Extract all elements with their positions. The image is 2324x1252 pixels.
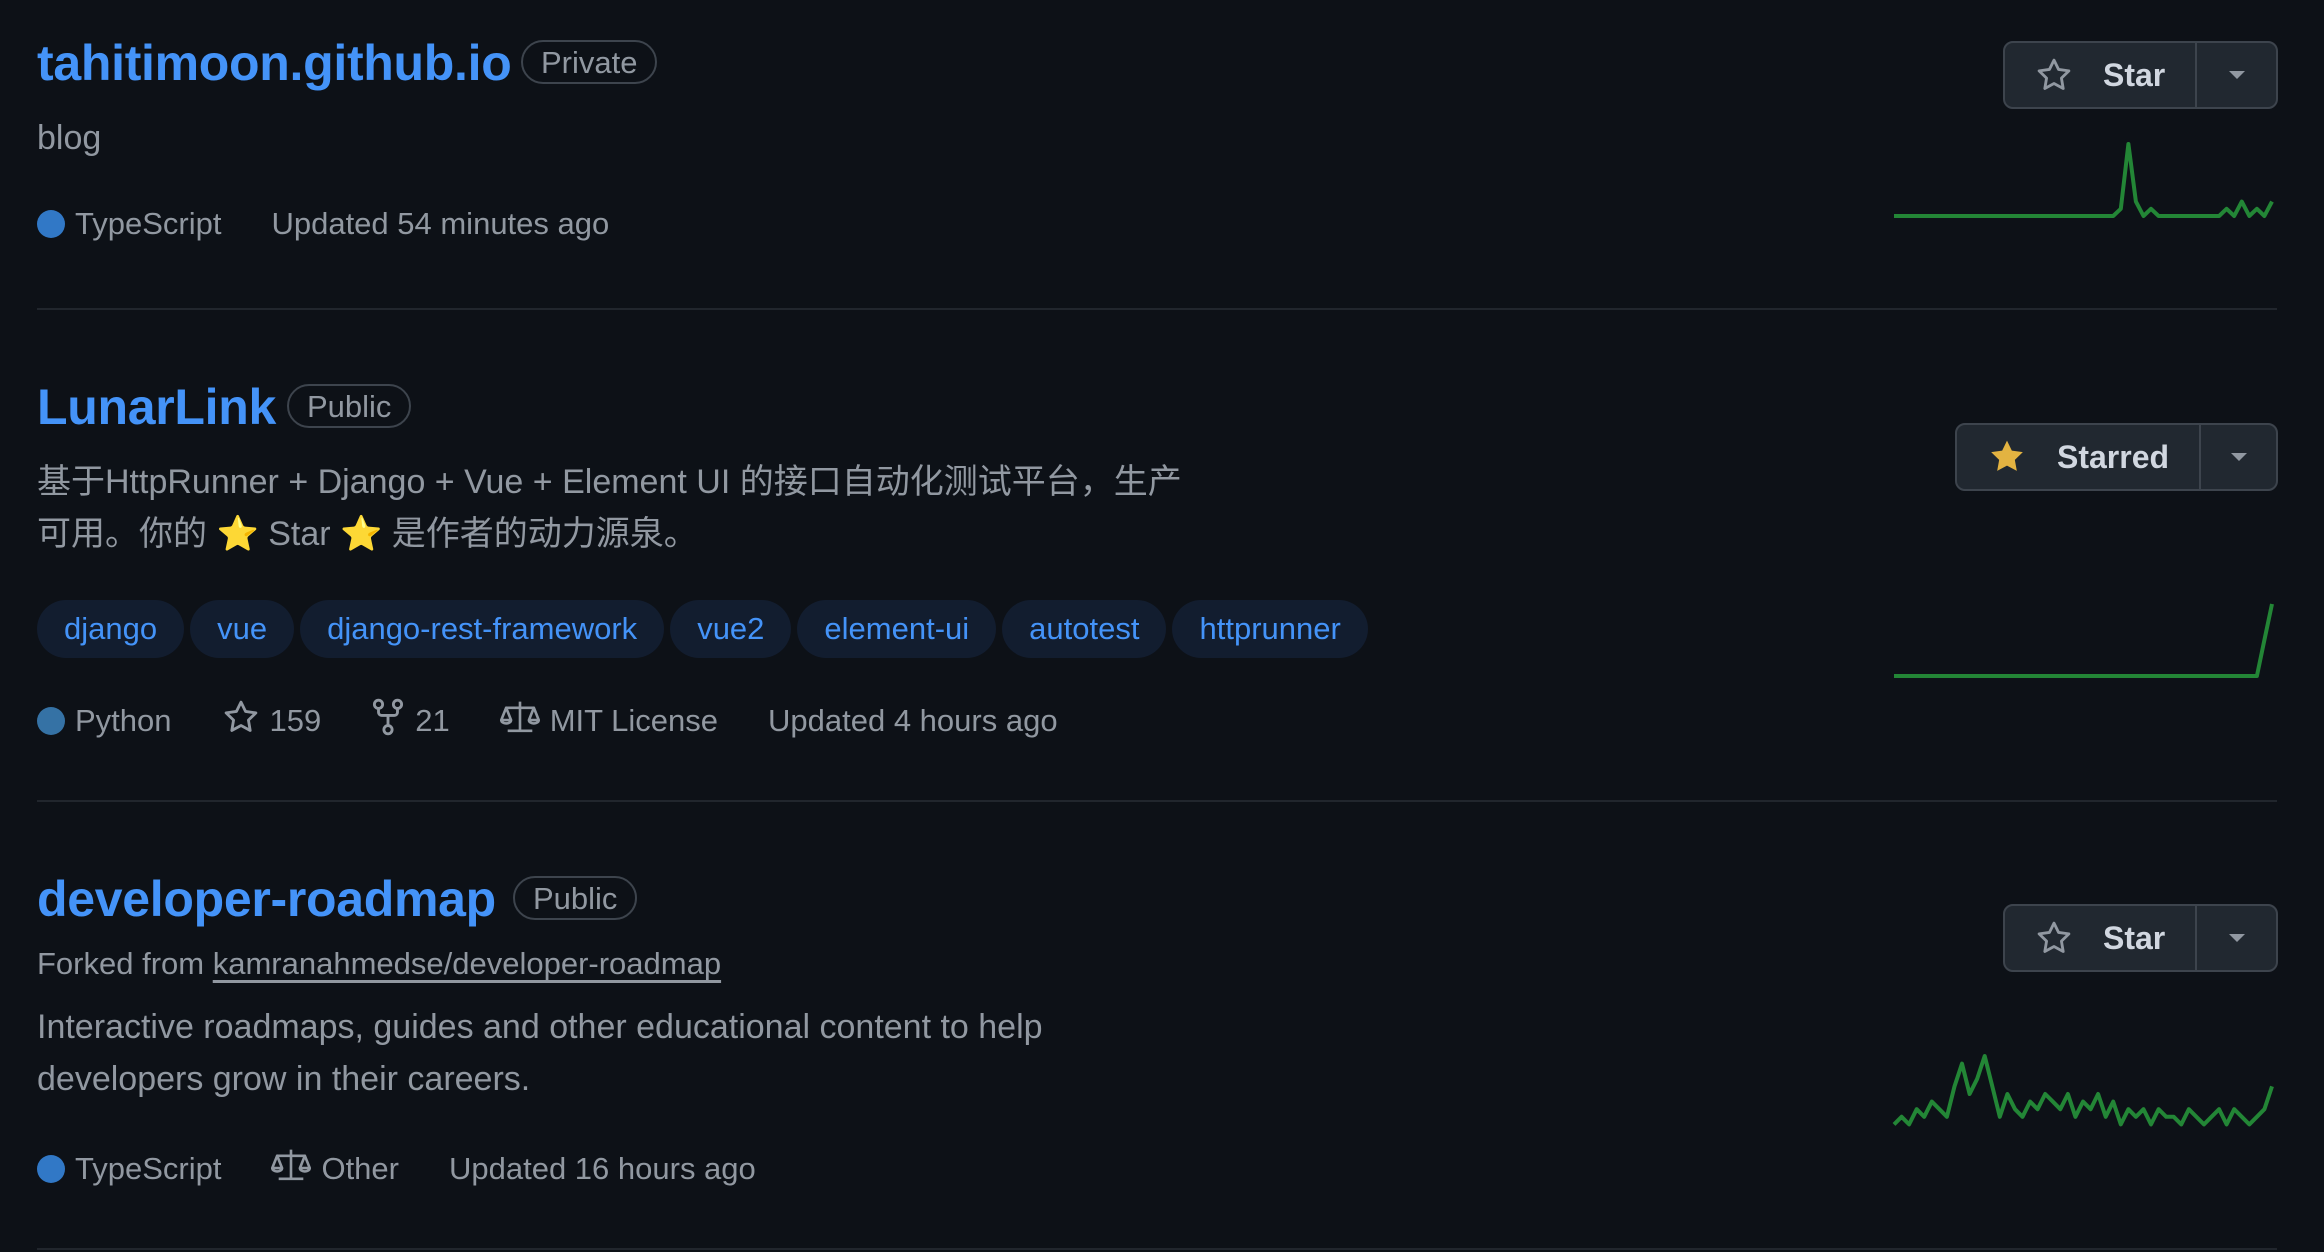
star-button[interactable]: Star <box>2005 43 2198 107</box>
chevron-down-icon <box>2228 71 2245 79</box>
chevron-down-icon <box>2228 934 2245 942</box>
repo-description: Interactive roadmaps, guides and other e… <box>37 1001 1043 1105</box>
fork-count: 21 <box>415 703 450 738</box>
topic-tag[interactable]: httprunner <box>1172 600 1368 658</box>
repo-item: developer-roadmap Public Forked from kam… <box>37 802 2277 1242</box>
language-label: TypeScript <box>75 1151 222 1186</box>
activity-sparkline <box>1892 1054 2274 1127</box>
forks-link[interactable]: 21 <box>371 698 450 744</box>
updated-time: Updated 54 minutes ago <box>271 206 610 241</box>
starred-button[interactable]: Starred <box>1957 425 2202 489</box>
description-line: 可用。你的 ⭐ Star ⭐ 是作者的动力源泉。 <box>37 515 698 553</box>
topic-tag[interactable]: vue <box>190 600 295 658</box>
updated-time: Updated 16 hours ago <box>448 1151 756 1186</box>
topic-tag[interactable]: django <box>37 600 185 658</box>
repo-meta: TypeScript Other Updated 16 hours ago <box>37 1146 806 1192</box>
activity-sparkline <box>1894 603 2274 678</box>
star-outline-icon <box>2035 56 2073 94</box>
description-line: developers grow in their careers. <box>37 1060 531 1098</box>
updated-time: Updated 4 hours ago <box>768 703 1058 738</box>
activity-sparkline <box>1894 142 2274 218</box>
description-line: blog <box>37 119 102 157</box>
language: Python <box>37 703 172 739</box>
license: Other <box>271 1146 399 1192</box>
stargazers-link[interactable]: 159 <box>222 698 322 744</box>
law-icon <box>499 698 540 744</box>
visibility-badge: Private <box>521 40 658 84</box>
chevron-down-icon <box>2230 453 2247 461</box>
language-color-dot <box>37 707 65 735</box>
description-line: 基于HttpRunner + Django + Vue + Element UI… <box>37 463 1182 501</box>
language: TypeScript <box>37 1151 221 1187</box>
star-list-dropdown[interactable] <box>2197 43 2276 107</box>
topic-tag[interactable]: autotest <box>1002 600 1167 658</box>
divider <box>37 1248 2277 1250</box>
language-label: Python <box>75 703 172 738</box>
license-label: Other <box>321 1151 399 1186</box>
forked-from-link[interactable]: kamranahmedse/developer-roadmap <box>213 946 721 981</box>
description-line: Interactive roadmaps, guides and other e… <box>37 1008 1043 1046</box>
language: TypeScript <box>37 206 221 242</box>
forked-from: Forked from kamranahmedse/developer-road… <box>37 946 721 982</box>
law-icon <box>271 1146 312 1192</box>
license: MIT License <box>499 698 719 744</box>
repo-item: LunarLink Public 基于HttpRunner + Django +… <box>37 310 2277 800</box>
star-button-group: Star <box>2003 41 2278 109</box>
star-button[interactable]: Star <box>2005 906 2198 970</box>
star-button-group: Starred <box>1955 423 2278 491</box>
sparkline-path <box>1894 603 2274 678</box>
repo-meta: Python 159 21 MIT License Updated 4 hour… <box>37 698 1108 744</box>
license-label: MIT License <box>549 703 719 738</box>
star-outline-icon <box>2035 919 2073 957</box>
sparkline-path <box>1892 1054 2274 1127</box>
topic-tag[interactable]: element-ui <box>797 600 997 658</box>
repo-description: blog <box>37 112 101 164</box>
repo-name-link[interactable]: LunarLink <box>37 378 276 436</box>
visibility-badge: Public <box>513 876 638 920</box>
topic-list: django vue django-rest-framework vue2 el… <box>37 600 1368 658</box>
topic-tag[interactable]: vue2 <box>670 600 792 658</box>
fork-icon <box>371 698 405 744</box>
forked-from-prefix: Forked from <box>37 946 205 981</box>
repo-meta: TypeScript Updated 54 minutes ago <box>37 206 659 242</box>
topic-tag[interactable]: django-rest-framework <box>300 600 665 658</box>
star-icon <box>222 698 260 744</box>
sparkline-path <box>1894 142 2274 218</box>
language-color-dot <box>37 210 65 238</box>
star-fill-icon <box>1987 437 2027 477</box>
star-button-label: Star <box>2103 56 2166 93</box>
star-list-dropdown[interactable] <box>2197 906 2276 970</box>
star-button-group: Star <box>2003 904 2278 972</box>
star-list-dropdown[interactable] <box>2201 425 2276 489</box>
star-button-label: Starred <box>2057 438 2170 475</box>
star-count: 159 <box>269 703 322 738</box>
repo-name-link[interactable]: developer-roadmap <box>37 870 496 928</box>
repo-description: 基于HttpRunner + Django + Vue + Element UI… <box>37 456 1182 560</box>
repo-name-link[interactable]: tahitimoon.github.io <box>37 34 512 92</box>
visibility-badge: Public <box>287 384 412 428</box>
star-button-label: Star <box>2103 919 2166 956</box>
language-label: TypeScript <box>75 206 222 241</box>
language-color-dot <box>37 1155 65 1183</box>
